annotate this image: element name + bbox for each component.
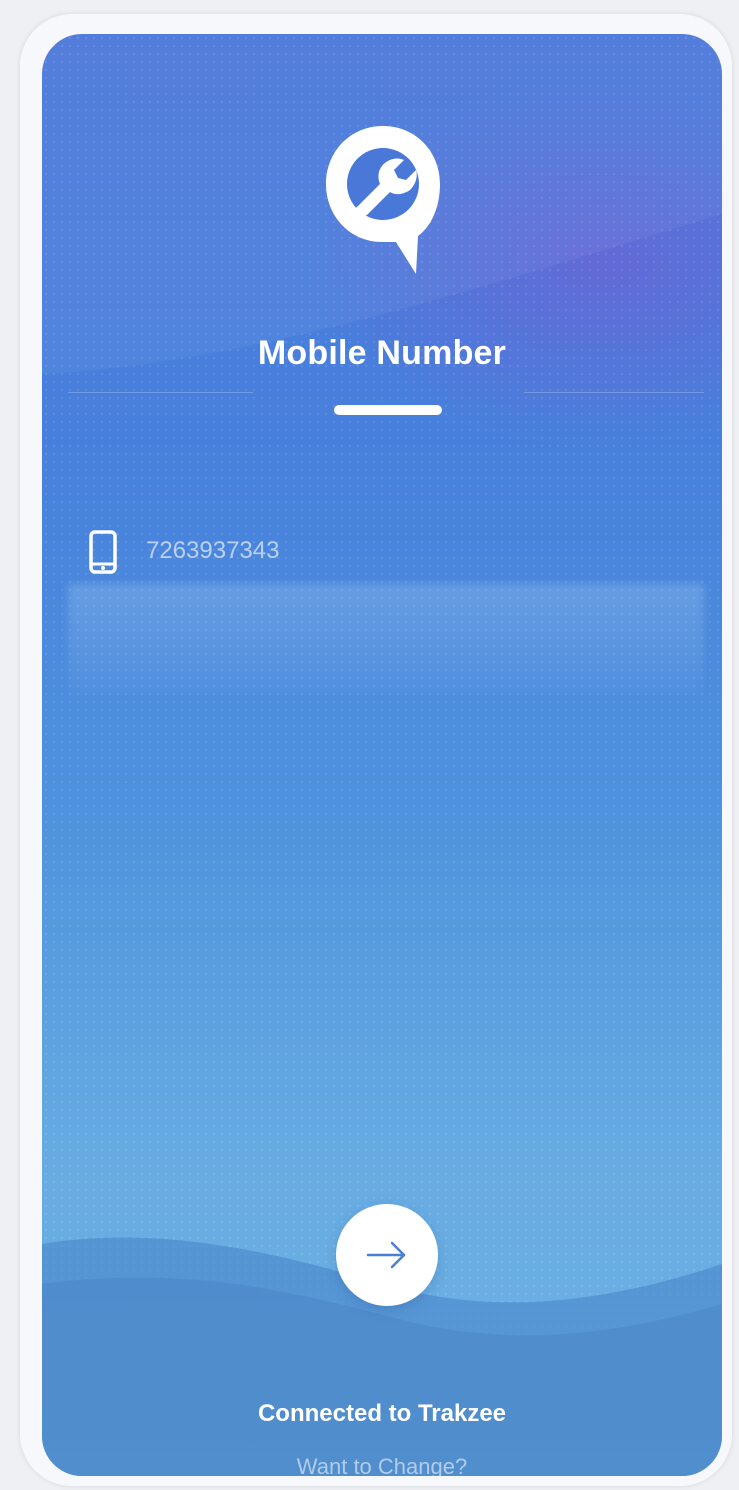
mobile-phone-icon — [89, 530, 117, 574]
background-glow — [42, 34, 722, 554]
suggestion-panel — [68, 584, 704, 694]
arrow-right-icon — [366, 1241, 406, 1269]
change-server-link[interactable]: Want to Change? — [42, 1454, 722, 1476]
connection-status: Connected to Trakzee — [257, 1400, 507, 1427]
next-button[interactable] — [336, 1204, 438, 1306]
login-screen: Mobile Number Connected to Trakzee Want … — [42, 34, 722, 1476]
wrench-location-icon — [326, 126, 440, 274]
title-divider-left — [68, 392, 253, 393]
mobile-number-input[interactable] — [146, 534, 666, 568]
title-divider-right — [524, 392, 704, 393]
mobile-number-field — [88, 524, 688, 574]
title-underline — [334, 405, 442, 415]
page-title: Mobile Number — [257, 334, 507, 372]
